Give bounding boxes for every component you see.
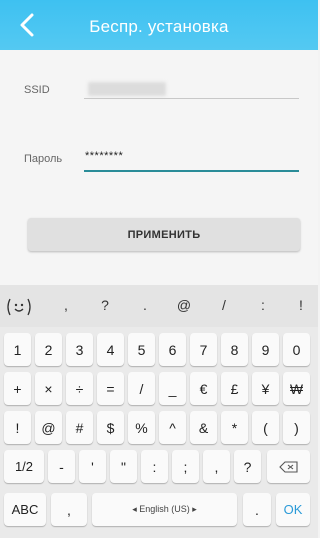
key[interactable]: ? xyxy=(234,450,261,483)
abc-key[interactable]: ABC xyxy=(4,493,46,526)
key[interactable]: 7 xyxy=(190,333,217,366)
key[interactable]: , xyxy=(51,493,87,526)
ssid-label: SSID xyxy=(24,84,50,96)
ssid-value-blurred xyxy=(88,82,166,96)
app-header: Беспр. установка xyxy=(0,0,318,50)
key[interactable]: € xyxy=(190,372,217,405)
key[interactable]: 8 xyxy=(221,333,248,366)
key[interactable]: ; xyxy=(172,450,199,483)
suggestion-key[interactable]: / xyxy=(222,297,226,313)
key[interactable]: 5 xyxy=(128,333,155,366)
key-symbol-page[interactable]: 1/2 xyxy=(4,450,44,483)
key[interactable]: : xyxy=(141,450,168,483)
key[interactable]: ₩ xyxy=(283,372,310,405)
backspace-key[interactable] xyxy=(267,450,310,483)
key[interactable]: ¥ xyxy=(252,372,279,405)
key[interactable]: + xyxy=(4,372,31,405)
key[interactable]: 3 xyxy=(66,333,93,366)
suggestion-key[interactable]: @ xyxy=(177,297,191,313)
key[interactable]: 2 xyxy=(35,333,62,366)
suggestion-key[interactable]: , xyxy=(64,297,68,313)
key[interactable]: 0 xyxy=(283,333,310,366)
suggestion-key[interactable]: : xyxy=(261,297,265,313)
soft-keyboard: , ? . @ / : ! 1 2 3 4 5 6 7 8 9 0 + × ÷ … xyxy=(0,285,318,538)
page-title: Беспр. установка xyxy=(89,17,229,36)
key[interactable]: % xyxy=(128,411,155,444)
key[interactable]: £ xyxy=(221,372,248,405)
password-input[interactable] xyxy=(84,170,299,172)
key[interactable]: ' xyxy=(79,450,106,483)
key[interactable]: 4 xyxy=(97,333,124,366)
key[interactable]: × xyxy=(35,372,62,405)
key[interactable]: ! xyxy=(4,411,31,444)
key[interactable]: & xyxy=(190,411,217,444)
suggestion-bar: , ? . @ / : ! xyxy=(0,285,318,327)
key[interactable]: # xyxy=(66,411,93,444)
key[interactable]: 1 xyxy=(4,333,31,366)
key[interactable]: * xyxy=(221,411,248,444)
key[interactable]: = xyxy=(97,372,124,405)
password-label: Пароль xyxy=(24,153,63,165)
key[interactable]: ( xyxy=(252,411,279,444)
suggestion-key[interactable]: ? xyxy=(101,297,109,313)
key[interactable]: / xyxy=(128,372,155,405)
space-key[interactable]: ◂ English (US) ▸ xyxy=(92,493,237,526)
key[interactable]: ÷ xyxy=(66,372,93,405)
key[interactable]: $ xyxy=(97,411,124,444)
key[interactable]: , xyxy=(203,450,230,483)
key[interactable]: ) xyxy=(283,411,310,444)
ok-key[interactable]: OK xyxy=(276,493,310,526)
key[interactable]: ^ xyxy=(159,411,186,444)
suggestion-key[interactable]: ! xyxy=(299,297,303,313)
emoji-icon[interactable] xyxy=(4,297,34,317)
key[interactable]: _ xyxy=(159,372,186,405)
suggestion-key[interactable]: . xyxy=(143,297,147,313)
key[interactable]: - xyxy=(48,450,75,483)
key[interactable]: 9 xyxy=(252,333,279,366)
ssid-input[interactable] xyxy=(84,98,299,99)
key[interactable]: 6 xyxy=(159,333,186,366)
key[interactable]: . xyxy=(243,493,271,526)
backspace-icon xyxy=(278,460,298,473)
apply-button[interactable]: ПРИМЕНИТЬ xyxy=(28,218,300,251)
password-value: ******** xyxy=(85,150,124,162)
key[interactable]: @ xyxy=(35,411,62,444)
key[interactable]: " xyxy=(110,450,137,483)
